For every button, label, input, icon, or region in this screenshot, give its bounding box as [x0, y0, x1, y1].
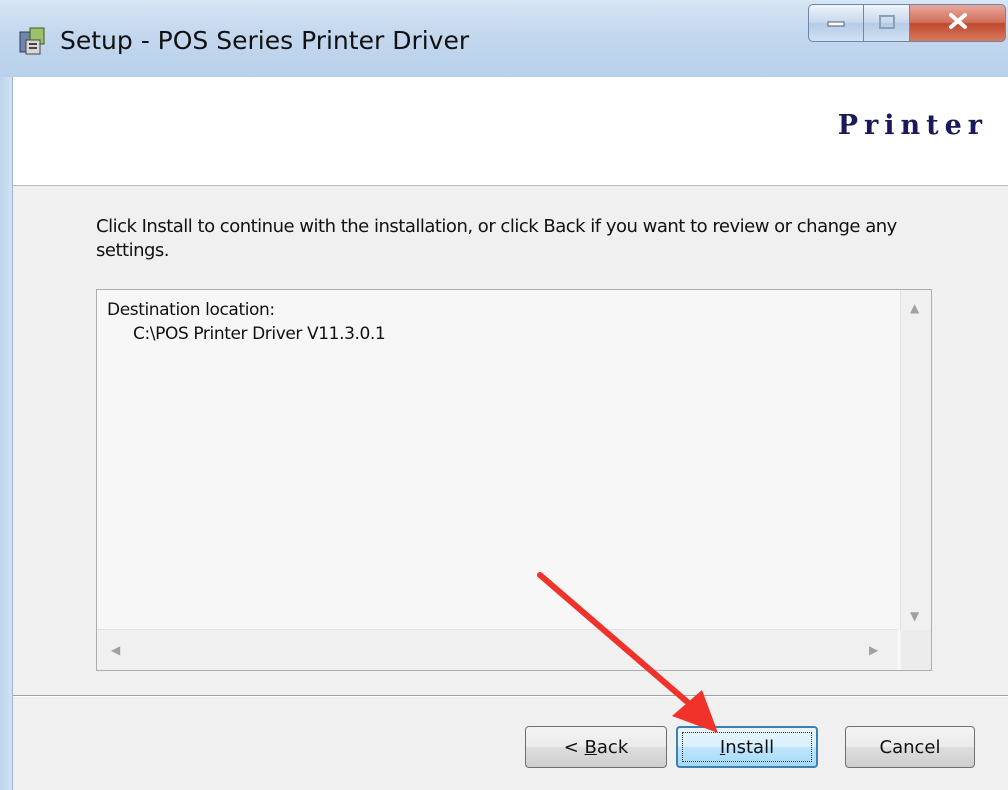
back-rest: ack: [596, 736, 629, 758]
footer-divider: [13, 695, 1008, 697]
minimize-icon: [827, 14, 845, 33]
horizontal-scrollbar[interactable]: ◀ ▶: [97, 629, 897, 670]
focus-rectangle: [682, 732, 812, 762]
instruction-text: Click Install to continue with the insta…: [96, 216, 897, 261]
window-title: Setup - POS Series Printer Driver: [60, 26, 470, 55]
back-button-label: < Back: [564, 737, 629, 758]
cancel-button[interactable]: Cancel: [845, 726, 975, 768]
memo-content: Destination location: C:\POS Printer Dri…: [107, 298, 386, 346]
scroll-down-arrow-icon[interactable]: ▼: [910, 610, 919, 622]
installer-icon: [18, 26, 48, 56]
close-button[interactable]: [910, 4, 1006, 42]
maximize-button[interactable]: [864, 4, 910, 42]
maximize-icon: [878, 14, 895, 33]
brand-logo-text: Printer: [837, 110, 988, 141]
setup-window: Setup - POS Series Printer Driver Printe…: [0, 0, 1008, 790]
scroll-up-arrow-icon[interactable]: ▲: [910, 302, 919, 314]
memo-line-destination-path: C:\POS Printer Driver V11.3.0.1: [133, 324, 386, 344]
back-accelerator: B: [584, 736, 597, 758]
title-bar[interactable]: Setup - POS Series Printer Driver: [0, 0, 1008, 78]
ready-memo[interactable]: Destination location: C:\POS Printer Dri…: [96, 289, 932, 671]
back-button[interactable]: < Back: [525, 726, 667, 768]
install-button[interactable]: Install: [676, 726, 818, 768]
vertical-scrollbar[interactable]: ▲ ▼: [900, 290, 931, 630]
window-left-border: [0, 77, 13, 790]
scroll-right-arrow-icon[interactable]: ▶: [869, 644, 878, 656]
scroll-corner: [901, 630, 931, 670]
back-prefix: <: [563, 736, 585, 758]
minimize-button[interactable]: [808, 4, 864, 42]
memo-line-destination-label: Destination location:: [107, 300, 275, 320]
scroll-left-arrow-icon[interactable]: ◀: [111, 644, 120, 656]
close-icon: [947, 12, 969, 34]
caption-buttons: [808, 4, 1006, 44]
